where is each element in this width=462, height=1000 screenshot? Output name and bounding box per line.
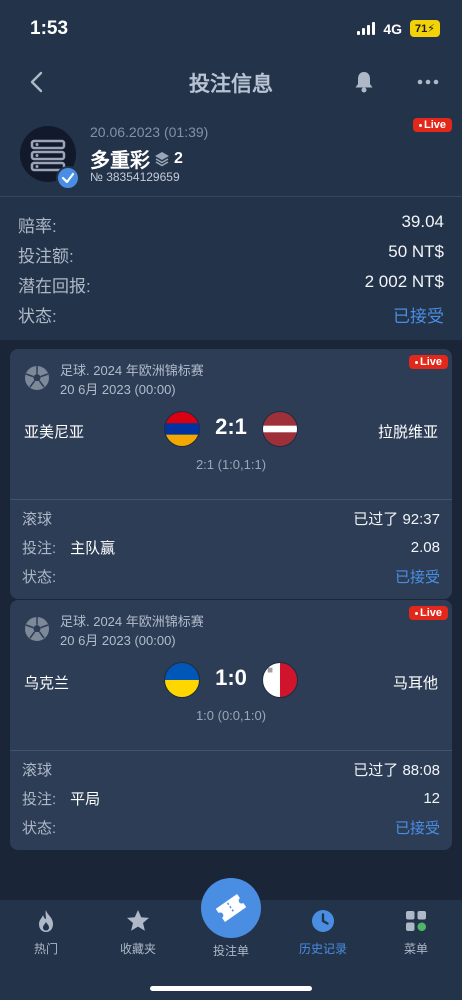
status-row: 状态: 已接受	[22, 569, 440, 586]
tab-bet-slip[interactable]	[201, 878, 261, 938]
live-time-row: 滚球 已过了 92:37	[22, 511, 440, 528]
bet-summary: 20.06.2023 (01:39) 多重彩 2 № 38354129659 L…	[0, 108, 462, 340]
live-time-row: 滚球 已过了 88:08	[22, 762, 440, 779]
score-detail: 2:1 (1:0,1:1)	[195, 457, 267, 472]
live-badge: Live	[408, 606, 448, 620]
check-icon	[56, 166, 80, 190]
network-label: 4G	[383, 20, 403, 37]
stake-row: 投注额: 50 NT$	[18, 242, 444, 266]
tab-history[interactable]: 历史记录	[283, 908, 363, 957]
soccer-ball-icon	[25, 617, 49, 641]
tab-bar: 热门 收藏夹 投注单 历史记录 菜单	[0, 878, 462, 1000]
divider	[0, 196, 462, 197]
league-name: 足球. 2024 年欧洲锦标赛	[60, 614, 204, 629]
bet-type: 多重彩 2	[90, 144, 183, 173]
soccer-ball-icon	[25, 366, 49, 390]
event-card[interactable]: 足球. 2024 年欧洲锦标赛 20 6月 2023 (00:00) Live …	[10, 600, 452, 850]
bet-count: 2	[174, 149, 183, 167]
score: 1:0	[215, 665, 247, 690]
page-title: 投注信息	[189, 73, 273, 96]
away-team: 马耳他	[392, 675, 438, 692]
flame-icon	[39, 910, 53, 932]
league-name: 足球. 2024 年欧洲锦标赛	[60, 363, 204, 378]
more-options-icon[interactable]	[416, 70, 440, 94]
status-row: 状态: 已接受	[18, 307, 444, 326]
battery-icon: 71⚡	[410, 20, 440, 37]
latvia-flag-icon	[262, 411, 298, 447]
status-icons: 4G 71⚡	[357, 20, 440, 37]
signal-icon	[357, 22, 376, 35]
tab-label: 菜单	[403, 942, 428, 956]
layers-icon	[155, 151, 169, 166]
status-time: 1:53	[30, 18, 69, 39]
tab-label: 历史记录	[298, 942, 347, 956]
tab-favorites[interactable]: 收藏夹	[98, 908, 178, 957]
grid-icon	[406, 911, 427, 932]
live-badge: Live	[412, 118, 452, 132]
tab-popular[interactable]: 热门	[6, 908, 86, 957]
pick-row: 投注: 主队赢 2.08	[22, 539, 440, 557]
malta-flag-icon	[262, 662, 298, 698]
ticket-icon	[215, 893, 247, 923]
clock-icon	[312, 910, 334, 932]
match-date: 20 6月 2023 (00:00)	[60, 633, 176, 648]
tab-label: 投注单	[212, 944, 249, 958]
event-card[interactable]: 足球. 2024 年欧洲锦标赛 20 6月 2023 (00:00) Live …	[10, 349, 452, 599]
status-row: 状态: 已接受	[22, 820, 440, 837]
nav-bar: 投注信息	[0, 56, 462, 108]
bell-icon[interactable]	[352, 70, 376, 94]
live-badge: Live	[408, 355, 448, 369]
tab-label: 收藏夹	[119, 942, 156, 956]
bet-number: № 38354129659	[90, 170, 180, 184]
potential-return-row: 潜在回报: 2 002 NT$	[18, 272, 444, 296]
odds-row: 赔率: 39.04	[18, 212, 444, 236]
home-indicator[interactable]	[150, 986, 312, 991]
bet-date: 20.06.2023 (01:39)	[90, 124, 209, 140]
pick-row: 投注: 平局 12	[22, 790, 440, 808]
match-date: 20 6月 2023 (00:00)	[60, 382, 176, 397]
bet-type-label: 多重彩	[90, 150, 150, 172]
tab-menu[interactable]: 菜单	[376, 908, 456, 957]
status-bar: 1:53 4G 71⚡	[0, 0, 462, 56]
tab-label: 热门	[33, 942, 58, 956]
score-detail: 1:0 (0:0,1:0)	[195, 708, 267, 723]
away-team: 拉脱维亚	[377, 424, 438, 441]
star-icon	[127, 910, 149, 931]
